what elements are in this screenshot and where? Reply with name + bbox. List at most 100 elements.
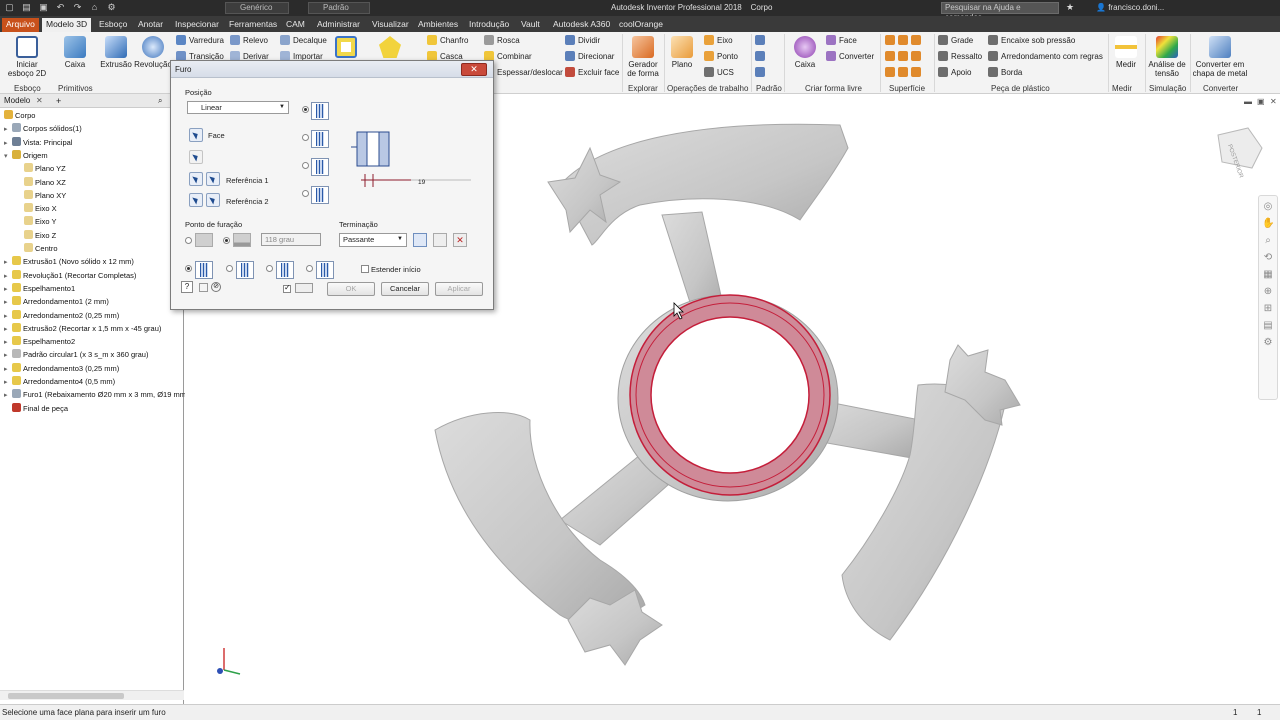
rectangular-pattern-button[interactable] xyxy=(755,35,768,47)
tab-sketch[interactable]: Esboço xyxy=(95,18,131,32)
surface-tools-row-2[interactable] xyxy=(885,51,924,63)
box-primitive-button[interactable]: Caixa xyxy=(60,36,90,69)
circular-pattern-button[interactable] xyxy=(755,51,768,63)
tree-node[interactable]: Arredondamento2 (0,25 mm) xyxy=(12,309,119,322)
tree-node[interactable]: Padrão circular1 (x 3 s_m x 360 grau) xyxy=(12,349,148,361)
tree-node[interactable]: Furo1 (Rebaixamento Ø20 mm x 3 mm, Ø19 m… xyxy=(12,389,193,401)
hub-hole[interactable] xyxy=(650,316,810,474)
home-icon[interactable]: ⌂ xyxy=(89,2,100,13)
tab-inspect[interactable]: Inspecionar xyxy=(171,18,223,32)
tree-node[interactable]: Eixo Y xyxy=(24,216,57,228)
close-icon[interactable]: ✕ xyxy=(36,96,43,105)
undo-icon[interactable]: ↶ xyxy=(55,2,66,13)
boss-button[interactable]: Ressalto xyxy=(938,51,982,63)
drill-angle-input[interactable]: 118 grau xyxy=(261,233,321,246)
sweep-button[interactable]: Varredura xyxy=(176,35,224,47)
steering-wheel-icon[interactable]: ◎ xyxy=(1262,201,1274,213)
freeform-box-button[interactable]: Caixa xyxy=(790,36,820,69)
tree-node[interactable]: Corpo xyxy=(4,110,35,122)
viewcube[interactable]: POSTERIOR xyxy=(1217,127,1263,180)
tree-expand-icon[interactable]: ▸ xyxy=(4,391,12,399)
tree-node[interactable]: Extrusão2 (Recortar x 1,5 mm x -45 grau) xyxy=(12,322,161,335)
minimize-icon[interactable]: ▬ xyxy=(1244,97,1252,106)
tree-node[interactable]: Plano XZ xyxy=(24,176,66,189)
diameter-value[interactable]: 19 xyxy=(418,179,425,186)
tree-node[interactable]: Extrusão1 (Novo sólido x 12 mm) xyxy=(12,256,134,268)
drill-point-flat-radio[interactable] xyxy=(185,237,192,244)
tree-node[interactable]: Espelhamento1 xyxy=(12,282,75,295)
zoom-icon[interactable]: ⌕ xyxy=(1262,235,1274,247)
browser-tab-model[interactable]: Modelo xyxy=(4,96,30,105)
reference1-flip-button[interactable] xyxy=(206,172,220,186)
tab-file[interactable]: Arquivo xyxy=(2,18,39,32)
hole-kind-clearance-radio[interactable] xyxy=(226,265,233,272)
user-account[interactable]: 👤 francisco.doni... xyxy=(1096,3,1164,12)
tab-environments[interactable]: Ambientes xyxy=(414,18,462,32)
tree-node[interactable]: Arredondamento3 (0,25 mm) xyxy=(12,362,119,375)
dialog-titlebar[interactable]: Furo ✕ xyxy=(171,61,493,78)
drill-point-angle-radio[interactable] xyxy=(223,237,230,244)
tree-node[interactable]: Espelhamento2 xyxy=(12,336,75,348)
rest-button[interactable]: Apoio xyxy=(938,67,971,79)
redo-icon[interactable]: ↷ xyxy=(72,2,83,13)
search-icon[interactable]: ⌕ xyxy=(158,96,162,106)
view-face-icon[interactable]: ▤ xyxy=(1262,320,1274,332)
appearance-combo[interactable]: Padrão xyxy=(308,2,370,14)
hole-button[interactable] xyxy=(334,36,358,60)
grill-button[interactable]: Grade xyxy=(938,35,973,47)
dialog-close-button[interactable]: ✕ xyxy=(461,63,487,76)
tree-node[interactable]: Revolução1 (Recortar Completas) xyxy=(12,269,136,282)
start-2d-sketch-button[interactable]: Iniciar esboço 2D xyxy=(6,36,48,78)
part-arm-right[interactable] xyxy=(809,344,1021,641)
help-icon[interactable]: ? xyxy=(181,281,193,293)
apply-button[interactable]: Aplicar xyxy=(435,282,483,296)
delete-face-button[interactable]: Excluir face xyxy=(565,67,619,79)
tab-getting-started[interactable]: Introdução xyxy=(465,18,513,32)
tree-expand-icon[interactable]: ▸ xyxy=(4,139,12,147)
hole-kind-taper-tapped-radio[interactable] xyxy=(306,265,313,272)
ok-button[interactable]: OK xyxy=(327,282,375,296)
look-at-icon[interactable]: ▦ xyxy=(1262,269,1274,281)
work-plane-button[interactable]: Plano xyxy=(668,36,696,69)
direction-option-button[interactable] xyxy=(433,233,447,247)
tree-expand-icon[interactable]: ▸ xyxy=(4,285,12,293)
face-selector-button[interactable] xyxy=(189,128,203,142)
close-icon[interactable]: ✕ xyxy=(1270,97,1277,106)
part-body[interactable] xyxy=(434,123,1021,666)
solids-selector-button[interactable] xyxy=(189,150,203,164)
tree-expand-icon[interactable]: ▸ xyxy=(4,338,12,346)
hole-type-counterbore-radio[interactable] xyxy=(302,134,309,141)
measure-button[interactable]: Medir xyxy=(1112,36,1140,69)
shape-generator-button[interactable]: Gerador de forma xyxy=(624,36,662,78)
preview-toggle-icon[interactable] xyxy=(199,283,208,292)
stress-analysis-button[interactable]: Análise de tensão xyxy=(1148,36,1186,78)
work-point-button[interactable]: Ponto xyxy=(704,51,738,63)
tree-expand-icon[interactable]: ▸ xyxy=(4,272,12,280)
tree-expand-icon[interactable]: ▾ xyxy=(4,152,12,160)
thread-button[interactable]: Rosca xyxy=(484,35,520,47)
tree-node[interactable]: Vista: Principal xyxy=(12,136,72,149)
zoom-window-icon[interactable]: ⊞ xyxy=(1262,303,1274,315)
tree-expand-icon[interactable]: ▸ xyxy=(4,258,12,266)
hole-kind-tapped-radio[interactable] xyxy=(266,265,273,272)
mirror-button[interactable] xyxy=(755,67,768,79)
reference2-selector-button[interactable] xyxy=(189,193,203,207)
material-combo[interactable]: Genérico xyxy=(225,2,289,14)
tree-node[interactable]: Centro xyxy=(24,243,58,255)
split-button[interactable]: Dividir xyxy=(565,35,600,47)
tree-expand-icon[interactable]: ▸ xyxy=(4,312,12,320)
save-icon[interactable]: ▣ xyxy=(38,2,49,13)
thicken-button[interactable]: Espessar/deslocar xyxy=(497,67,563,79)
disable-icon[interactable]: ⊘ xyxy=(211,282,221,292)
tab-view[interactable]: Visualizar xyxy=(368,18,413,32)
tree-expand-icon[interactable]: ▸ xyxy=(4,298,12,306)
tab-manage[interactable]: Administrar xyxy=(313,18,364,32)
settings-icon[interactable]: ⚙ xyxy=(106,2,117,13)
convert-sheet-metal-button[interactable]: Converter em chapa de metal xyxy=(1192,36,1248,78)
settings-icon[interactable]: ⚙ xyxy=(1262,337,1274,349)
hole-kind-simple-radio[interactable] xyxy=(185,265,192,272)
tree-expand-icon[interactable]: ▸ xyxy=(4,378,12,386)
tab-cam[interactable]: CAM xyxy=(282,18,309,32)
restore-icon[interactable]: ▣ xyxy=(1257,97,1265,106)
open-file-icon[interactable]: ▤ xyxy=(21,2,32,13)
